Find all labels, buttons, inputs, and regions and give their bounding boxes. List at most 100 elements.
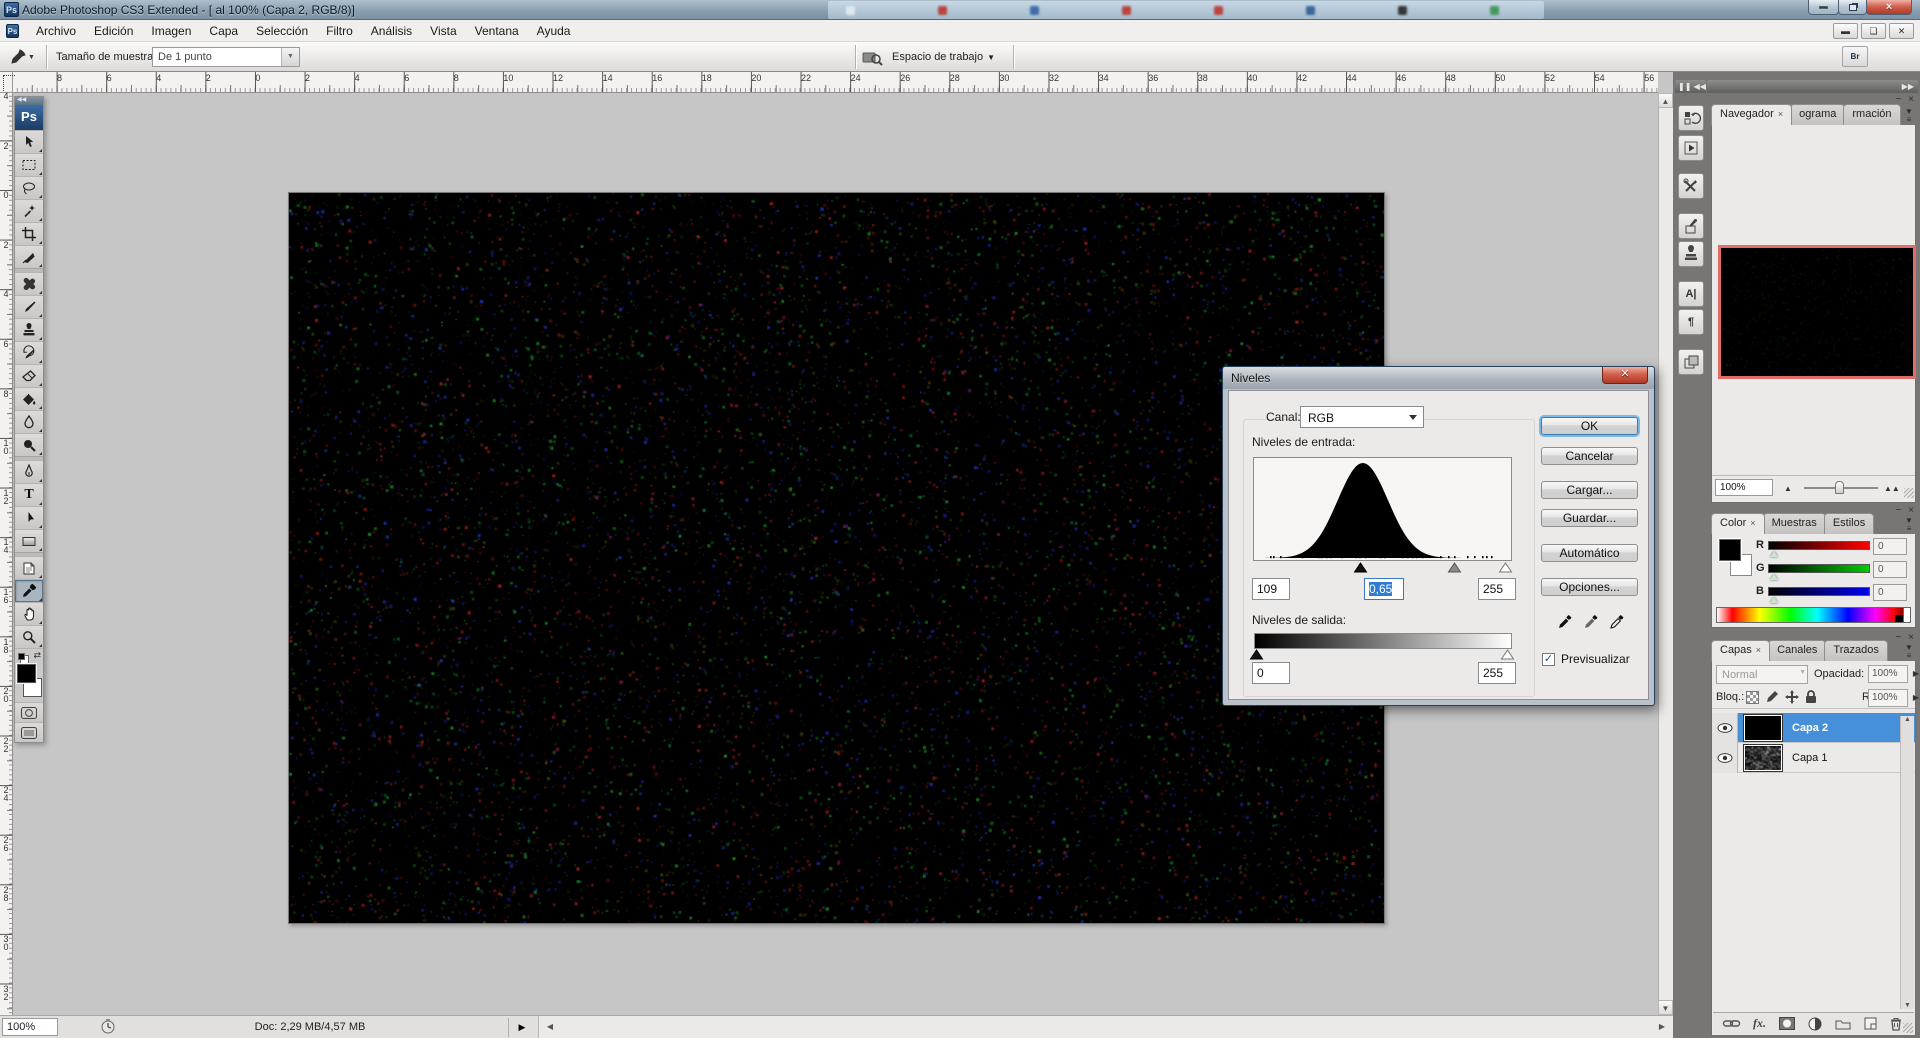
input-gamma-field[interactable]: 0,65 — [1364, 578, 1404, 600]
menu-item-archivo[interactable]: Archivo — [27, 21, 85, 41]
zoom-out-icon[interactable]: ▲ — [1784, 484, 1792, 493]
navigator-zoom-slider[interactable] — [1804, 487, 1878, 489]
history-brush-tool[interactable] — [15, 341, 43, 364]
eraser-tool[interactable] — [15, 364, 43, 387]
swap-colors-icon[interactable]: ⇄ — [33, 650, 41, 661]
layer-comps-panel-icon[interactable] — [1678, 349, 1704, 375]
foreground-color[interactable] — [17, 664, 36, 683]
tool-presets-panel-icon[interactable] — [1678, 173, 1704, 199]
default-colors-icon[interactable] — [18, 653, 25, 660]
input-black-slider[interactable] — [1354, 563, 1367, 573]
input-black-field[interactable]: 109 — [1252, 578, 1290, 600]
green-slider-thumb[interactable] — [1770, 574, 1778, 580]
paragraph-panel-icon[interactable]: ¶ — [1678, 309, 1704, 335]
channel-dropdown[interactable]: RGB — [1300, 406, 1424, 428]
tab-capas[interactable]: Capas× — [1711, 640, 1770, 661]
preview-checkbox[interactable]: ✓ — [1542, 653, 1555, 666]
panel-menu-icon[interactable]: ▼≡ — [1902, 644, 1916, 660]
lock-paint-icon[interactable] — [1765, 690, 1779, 704]
eyedropper-tool-icon[interactable]: ▼ — [10, 47, 40, 67]
fill-spinner[interactable]: ▶ — [1913, 693, 1919, 702]
panel-menu-icon[interactable]: ▼≡ — [1902, 517, 1916, 533]
shape-tool[interactable] — [15, 529, 43, 552]
layers-scrollbar[interactable]: ▲ ▼ — [1900, 716, 1914, 1009]
red-slider-thumb[interactable] — [1770, 551, 1778, 557]
panel-minimize-close[interactable]: − × — [1896, 632, 1916, 643]
horizontal-scrollbar[interactable]: ◀ ▶ — [538, 1016, 1673, 1038]
green-slider[interactable] — [1768, 564, 1870, 573]
status-menu-arrow[interactable]: ▶ — [514, 1018, 530, 1037]
layer-thumbnail[interactable] — [1744, 715, 1782, 741]
paint-bucket-tool[interactable] — [15, 387, 43, 410]
blend-mode-dropdown[interactable]: Normal▼ — [1716, 665, 1808, 684]
red-value-field[interactable]: 0 — [1873, 538, 1907, 555]
load-button[interactable]: Cargar... — [1541, 481, 1638, 499]
notes-tool[interactable] — [15, 556, 43, 579]
scroll-down-arrow[interactable]: ▼ — [1901, 1002, 1914, 1009]
tab-histograma[interactable]: ograma — [1790, 104, 1845, 125]
black-point-eyedropper[interactable] — [1553, 609, 1577, 633]
options-button[interactable]: Opciones... — [1541, 578, 1638, 596]
lock-move-icon[interactable] — [1785, 690, 1799, 704]
crop-tool[interactable] — [15, 222, 43, 245]
auto-button[interactable]: Automático — [1541, 544, 1638, 562]
scroll-down-arrow[interactable]: ▼ — [1658, 1000, 1673, 1015]
quick-mask-button[interactable] — [15, 702, 43, 722]
tab-trazados[interactable]: Trazados — [1824, 640, 1887, 661]
toolbox-grip[interactable]: ◀◀ — [15, 97, 43, 105]
clone-stamp-tool[interactable] — [15, 318, 43, 341]
move-tool[interactable] — [15, 130, 43, 153]
ruler-origin[interactable] — [0, 72, 13, 93]
menu-item-filtro[interactable]: Filtro — [317, 21, 362, 41]
layer-style-icon[interactable]: fx. — [1753, 1016, 1766, 1031]
screen-mode-button[interactable] — [15, 722, 43, 742]
brushes-panel-icon[interactable] — [1678, 213, 1704, 239]
red-slider[interactable] — [1768, 541, 1870, 550]
zoom-tool[interactable] — [15, 625, 43, 648]
doc-close-button[interactable]: ✕ — [1889, 23, 1914, 39]
tab-muestras[interactable]: Muestras — [1763, 513, 1826, 534]
path-selection-tool[interactable] — [15, 506, 43, 529]
link-layers-icon[interactable] — [1723, 1019, 1740, 1028]
eyedropper-tool[interactable] — [15, 579, 43, 602]
slice-tool[interactable] — [15, 245, 43, 268]
actions-panel-icon[interactable] — [1678, 135, 1704, 161]
cancel-button[interactable]: Cancelar — [1541, 447, 1638, 465]
white-point-eyedropper[interactable] — [1605, 609, 1629, 633]
go-to-bridge-button[interactable]: Br — [1842, 46, 1868, 67]
layer-thumbnail[interactable] — [1744, 745, 1782, 771]
tab-canales[interactable]: Canales — [1768, 640, 1826, 661]
magic-wand-tool[interactable] — [15, 199, 43, 222]
resize-grip[interactable] — [1904, 488, 1914, 498]
menu-item-seleccion[interactable]: Selección — [247, 21, 317, 41]
menu-item-ventana[interactable]: Ventana — [466, 21, 528, 41]
gray-point-eyedropper[interactable] — [1579, 609, 1603, 633]
color-spectrum-ramp[interactable] — [1716, 607, 1911, 623]
blue-slider[interactable] — [1768, 587, 1870, 596]
menu-item-imagen[interactable]: Imagen — [142, 21, 200, 41]
healing-brush-tool[interactable] — [15, 272, 43, 295]
adjustment-layer-icon[interactable] — [1808, 1017, 1822, 1031]
zoom-in-icon[interactable]: ▲▲ — [1884, 484, 1900, 493]
delete-layer-icon[interactable] — [1890, 1017, 1902, 1031]
menu-item-analisis[interactable]: Análisis — [362, 21, 421, 41]
tab-navegador[interactable]: Navegador× — [1711, 104, 1792, 125]
dock-strip-collapse-bar[interactable]: ❚❚ ◀◀ — [1675, 80, 1706, 93]
marquee-tool[interactable] — [15, 153, 43, 176]
blue-slider-thumb[interactable] — [1770, 597, 1778, 603]
document-image[interactable] — [288, 192, 1385, 924]
history-panel-icon[interactable] — [1678, 105, 1704, 131]
dialog-title-bar[interactable]: Niveles — [1223, 367, 1654, 389]
scroll-up-arrow[interactable]: ▲ — [1658, 93, 1673, 108]
doc-restore-button[interactable]: ❏ — [1861, 23, 1886, 39]
scroll-right-arrow[interactable]: ▶ — [1654, 1019, 1670, 1035]
sample-size-dropdown[interactable]: De 1 punto ▼ — [152, 47, 300, 67]
zoom-slider-thumb[interactable] — [1835, 481, 1844, 494]
ok-button[interactable]: OK — [1541, 417, 1638, 435]
tab-informacion[interactable]: rmación — [1843, 104, 1900, 125]
menu-item-capa[interactable]: Capa — [200, 21, 247, 41]
hand-tool[interactable] — [15, 602, 43, 625]
lock-all-icon[interactable] — [1805, 690, 1817, 704]
input-gamma-slider[interactable] — [1448, 563, 1461, 573]
input-white-field[interactable]: 255 — [1478, 578, 1516, 600]
